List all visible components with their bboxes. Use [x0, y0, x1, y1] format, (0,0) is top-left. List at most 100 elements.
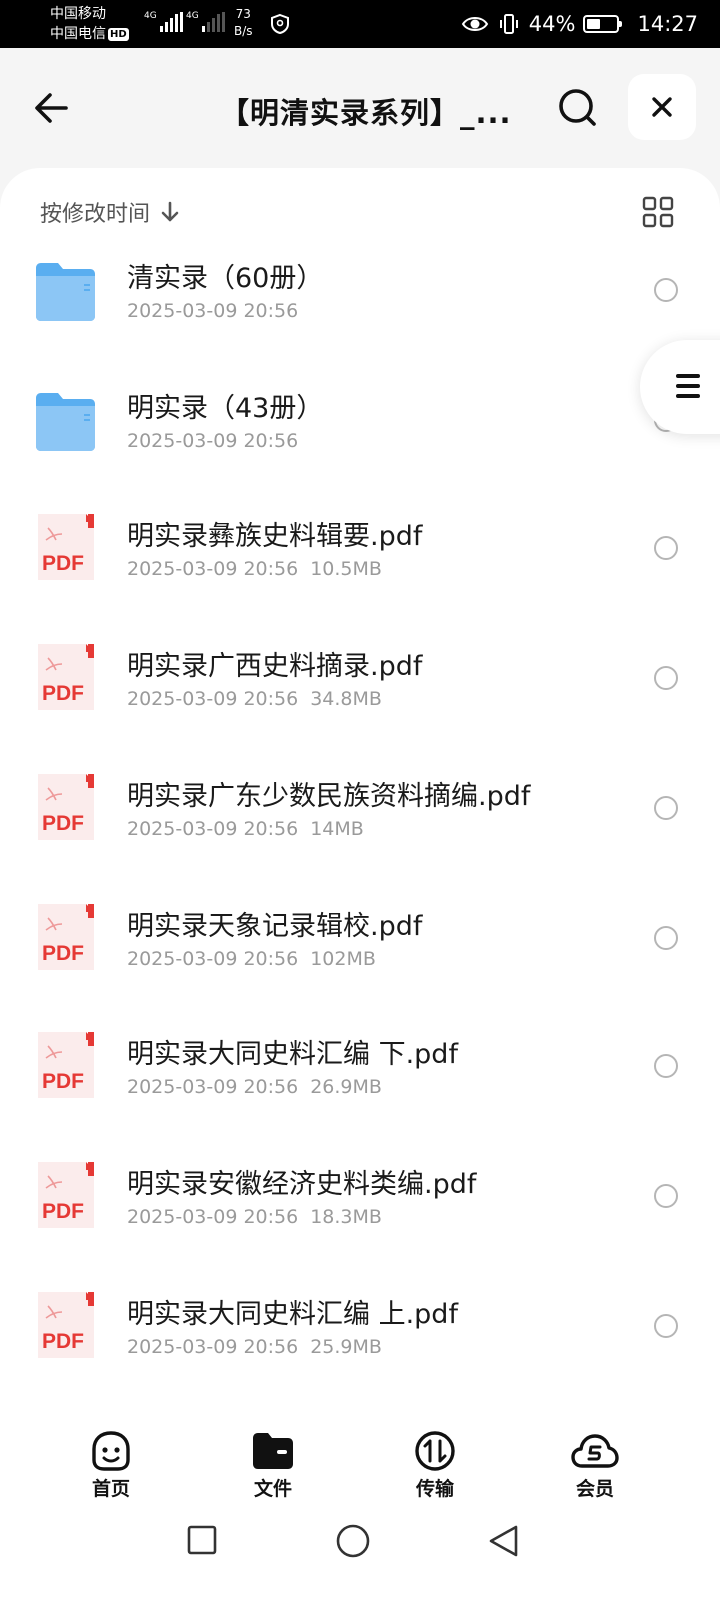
file-date: 2025-03-09 20:56 — [127, 948, 299, 970]
tab-transfer[interactable]: 传输 — [390, 1430, 480, 1501]
file-row[interactable]: PDF 明实录彝族史料辑要.pdf 2025-03-09 20:56 10.5MB — [0, 508, 720, 638]
folder-icon — [36, 263, 95, 321]
battery-icon — [583, 15, 623, 33]
tab-files[interactable]: 文件 — [228, 1430, 318, 1501]
pdf-file-icon: PDF — [38, 1162, 94, 1228]
pdf-file-icon: PDF — [38, 904, 94, 970]
select-checkbox[interactable] — [654, 536, 678, 560]
clock: 14:27 — [637, 12, 698, 36]
pdf-badge: PDF — [42, 812, 84, 835]
pdf-badge: PDF — [42, 682, 84, 705]
cloud-icon — [571, 1434, 619, 1468]
file-row[interactable]: PDF 明实录广西史料摘录.pdf 2025-03-09 20:56 34.8MB — [0, 638, 720, 768]
folder-icon — [253, 1433, 293, 1469]
sort-button[interactable]: 按修改时间 — [40, 196, 180, 228]
file-name: 明实录彝族史料辑要.pdf — [127, 521, 423, 552]
file-date: 2025-03-09 20:56 — [127, 300, 299, 322]
menu-icon — [676, 374, 700, 404]
file-size: 10.5MB — [310, 558, 382, 580]
select-checkbox[interactable] — [654, 278, 678, 302]
select-checkbox[interactable] — [654, 926, 678, 950]
system-nav-bar — [0, 1510, 720, 1600]
back-button[interactable] — [30, 86, 74, 130]
signal-2-icon: 4G — [186, 12, 225, 32]
folder-icon — [36, 393, 95, 451]
file-name: 明实录大同史料汇编 下.pdf — [127, 1039, 458, 1070]
sort-label: 按修改时间 — [40, 202, 151, 227]
file-name: 明实录广西史料摘录.pdf — [127, 651, 423, 682]
file-name: 明实录（43册） — [127, 393, 324, 424]
file-name: 明实录广东少数民族资料摘编.pdf — [127, 781, 531, 812]
pdf-badge: PDF — [42, 1070, 84, 1093]
pdf-badge: PDF — [42, 1200, 84, 1223]
file-size: 18.3MB — [310, 1206, 382, 1228]
pdf-file-icon: PDF — [38, 644, 94, 710]
file-meta: 2025-03-09 20:56 14MB — [127, 818, 364, 840]
file-name: 明实录天象记录辑校.pdf — [127, 911, 423, 942]
select-checkbox[interactable] — [654, 1314, 678, 1338]
home-button[interactable] — [336, 1524, 370, 1558]
select-checkbox[interactable] — [654, 1184, 678, 1208]
file-meta: 2025-03-09 20:56 25.9MB — [127, 1336, 382, 1358]
status-right: 44% 14:27 — [461, 0, 698, 48]
folder-row[interactable]: 清实录（60册） 2025-03-09 20:56 — [0, 250, 720, 380]
file-meta: 2025-03-09 20:56 — [127, 430, 298, 452]
pdf-badge: PDF — [42, 942, 84, 965]
pdf-badge: PDF — [42, 552, 84, 575]
eye-icon — [461, 17, 488, 31]
grid-view-button[interactable] — [642, 196, 674, 228]
page-title: 【明清实录系列】_... — [220, 96, 512, 130]
close-button[interactable] — [628, 74, 696, 140]
pdf-badge: PDF — [42, 1330, 84, 1353]
battery-percent: 44% — [528, 12, 576, 36]
tab-files-label: 文件 — [253, 1478, 292, 1500]
file-row[interactable]: PDF 明实录大同史料汇编 上.pdf 2025-03-09 20:56 25.9M… — [0, 1286, 720, 1416]
tab-transfer-label: 传输 — [415, 1478, 454, 1500]
tab-vip[interactable]: 会员 — [550, 1430, 640, 1501]
pdf-file-icon: PDF — [38, 774, 94, 840]
file-date: 2025-03-09 20:56 — [127, 1076, 299, 1098]
file-meta: 2025-03-09 20:56 34.8MB — [127, 688, 382, 710]
file-panel: 按修改时间 清实录（60册） 2025-03-09 20:56 明实录（43册） 2… — [0, 168, 720, 1608]
hd-badge: HD — [108, 28, 129, 41]
bottom-tab-bar: 首页 文件 传输 会员 — [0, 1400, 720, 1510]
select-checkbox[interactable] — [654, 1054, 678, 1078]
file-date: 2025-03-09 20:56 — [127, 688, 299, 710]
file-meta: 2025-03-09 20:56 18.3MB — [127, 1206, 382, 1228]
select-checkbox[interactable] — [654, 796, 678, 820]
file-name: 清实录（60册） — [127, 263, 324, 294]
status-bar: 中国移动 中国电信 HD 4G 4G 73 B/s 44% 14:27 — [0, 0, 720, 48]
file-name: 明实录安徽经济史料类编.pdf — [127, 1169, 477, 1200]
file-size: 34.8MB — [310, 688, 382, 710]
tab-home[interactable]: 首页 — [66, 1430, 156, 1501]
file-size: 102MB — [310, 948, 376, 970]
arrow-down-icon — [161, 201, 179, 222]
file-date: 2025-03-09 20:56 — [127, 1336, 299, 1358]
recent-apps-button[interactable] — [187, 1525, 217, 1555]
transfer-icon — [415, 1431, 455, 1471]
carrier-info: 中国移动 中国电信 HD — [50, 4, 129, 44]
file-date: 2025-03-09 20:56 — [127, 818, 299, 840]
folder-row[interactable]: 明实录（43册） 2025-03-09 20:56 — [0, 380, 720, 510]
pdf-file-icon: PDF — [38, 1292, 94, 1358]
header: 【明清实录系列】_... — [0, 48, 720, 168]
file-meta: 2025-03-09 20:56 10.5MB — [127, 558, 382, 580]
vibrate-icon — [499, 14, 518, 34]
file-row[interactable]: PDF 明实录天象记录辑校.pdf 2025-03-09 20:56 102MB — [0, 898, 720, 1028]
tab-home-label: 首页 — [91, 1478, 130, 1500]
close-icon — [652, 97, 672, 117]
file-row[interactable]: PDF 明实录大同史料汇编 下.pdf 2025-03-09 20:56 26.9M… — [0, 1026, 720, 1156]
select-checkbox[interactable] — [654, 666, 678, 690]
shield-key-icon — [271, 13, 289, 35]
back-nav-button[interactable] — [488, 1524, 520, 1558]
file-date: 2025-03-09 20:56 — [127, 558, 299, 580]
file-date: 2025-03-09 20:56 — [127, 1206, 299, 1228]
net-speed: 73 B/s — [234, 7, 253, 38]
carrier-1: 中国移动 — [50, 6, 106, 22]
file-row[interactable]: PDF 明实录广东少数民族资料摘编.pdf 2025-03-09 20:56 14M… — [0, 768, 720, 898]
pdf-file-icon: PDF — [38, 514, 94, 580]
file-name: 明实录大同史料汇编 上.pdf — [127, 1299, 458, 1330]
file-row[interactable]: PDF 明实录安徽经济史料类编.pdf 2025-03-09 20:56 18.3M… — [0, 1156, 720, 1286]
search-button[interactable] — [556, 86, 600, 130]
file-meta: 2025-03-09 20:56 102MB — [127, 948, 376, 970]
